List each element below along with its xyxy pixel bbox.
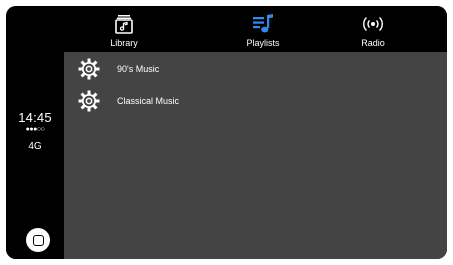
tab-radio-label: Radio [361, 38, 385, 48]
list-item[interactable]: Classical Music [64, 87, 447, 117]
tab-bar: Library Playlists Radio [64, 6, 447, 52]
gear-icon [77, 57, 101, 81]
tab-playlists-label: Playlists [246, 38, 280, 48]
clock: 14:45 [18, 110, 52, 125]
gear-icon [77, 89, 101, 113]
list-item[interactable]: 90's Music [64, 55, 447, 85]
tab-radio[interactable]: Radio [333, 6, 413, 52]
network-type: 4G [28, 141, 42, 152]
playlists-icon [252, 14, 274, 34]
radio-icon [361, 14, 385, 34]
home-button[interactable] [26, 228, 50, 252]
list-item-label: Classical Music [117, 96, 180, 106]
signal-strength: ●●●○○ [25, 126, 45, 133]
carplay-screen: 14:45 ●●●○○ 4G Library Playlists Radio 9… [6, 6, 447, 259]
library-icon [115, 14, 133, 34]
playlist-list: 90's Music Classical Music [64, 52, 447, 259]
tab-library-label: Library [110, 38, 138, 48]
tab-playlists[interactable]: Playlists [223, 6, 303, 52]
tab-library[interactable]: Library [84, 6, 164, 52]
home-button-icon [32, 234, 44, 246]
list-item-label: 90's Music [117, 64, 160, 74]
status-rail: 14:45 ●●●○○ 4G [6, 6, 64, 259]
